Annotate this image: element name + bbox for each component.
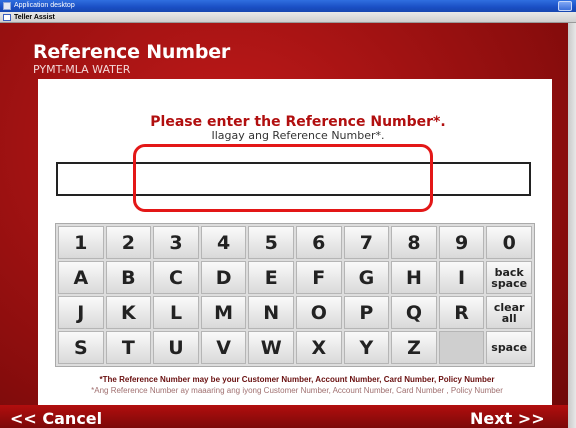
key-g[interactable]: G	[343, 261, 390, 294]
key-z[interactable]: Z	[391, 331, 437, 364]
clear-all-key[interactable]: clear all	[486, 296, 532, 329]
prompt-heading-text: Please enter the Reference Number	[150, 114, 434, 130]
key-w[interactable]: W	[248, 331, 294, 364]
backspace-key[interactable]: back space	[486, 261, 532, 294]
key-1[interactable]: 1	[58, 226, 104, 259]
cancel-button[interactable]: << Cancel	[10, 405, 102, 428]
key-l[interactable]: L	[153, 296, 199, 329]
page-title: Reference Number	[33, 41, 231, 63]
blank-key	[438, 331, 485, 364]
key-7[interactable]: 7	[343, 226, 390, 259]
key-b[interactable]: B	[105, 261, 152, 294]
key-u[interactable]: U	[153, 331, 199, 364]
subwindow-title: Teller Assist	[14, 14, 55, 21]
application-icon	[3, 2, 11, 10]
key-4[interactable]: 4	[200, 226, 247, 259]
space-key[interactable]: space	[486, 331, 532, 364]
key-h[interactable]: H	[391, 261, 437, 294]
prompt-heading: Please enter the Reference Number*.	[0, 114, 576, 130]
key-x[interactable]: X	[295, 331, 342, 364]
key-9[interactable]: 9	[438, 226, 485, 259]
key-p[interactable]: P	[343, 296, 390, 329]
key-2[interactable]: 2	[105, 226, 152, 259]
key-m[interactable]: M	[200, 296, 247, 329]
window-restore-button[interactable]	[558, 1, 572, 11]
window-titlebar: Application desktop	[0, 0, 576, 12]
on-screen-keypad: 1 2 3 4 5 6 7 8 9 0 A B C D E F G H I ba…	[55, 223, 535, 367]
key-v[interactable]: V	[200, 331, 247, 364]
prompt-subheading: Ilagay ang Reference Number*.	[211, 129, 385, 142]
key-0[interactable]: 0	[486, 226, 532, 259]
key-q[interactable]: Q	[391, 296, 437, 329]
next-button[interactable]: Next >>	[470, 405, 545, 428]
key-8[interactable]: 8	[391, 226, 437, 259]
window-icon	[3, 14, 11, 21]
key-5[interactable]: 5	[248, 226, 294, 259]
payment-type-label: PYMT-MLA WATER	[33, 63, 131, 76]
key-s[interactable]: S	[58, 331, 104, 364]
key-k[interactable]: K	[105, 296, 152, 329]
teller-assist-bar: Teller Assist	[0, 12, 576, 23]
reference-note-english: *The Reference Number may be your Custom…	[99, 375, 495, 384]
key-y[interactable]: Y	[343, 331, 390, 364]
reference-note-filipino: *Ang Reference Number ay maaaring ang iy…	[91, 386, 503, 395]
key-r[interactable]: R	[438, 296, 485, 329]
key-d[interactable]: D	[200, 261, 247, 294]
key-c[interactable]: C	[153, 261, 199, 294]
key-j[interactable]: J	[58, 296, 104, 329]
key-i[interactable]: I	[438, 261, 485, 294]
window-title: Application desktop	[14, 2, 75, 9]
key-t[interactable]: T	[105, 331, 152, 364]
reference-number-input[interactable]	[56, 162, 531, 196]
right-frame-strip	[568, 23, 576, 428]
key-e[interactable]: E	[248, 261, 294, 294]
key-n[interactable]: N	[248, 296, 294, 329]
prompt-heading-suffix: *.	[433, 114, 446, 130]
key-6[interactable]: 6	[295, 226, 342, 259]
key-a[interactable]: A	[58, 261, 104, 294]
key-o[interactable]: O	[295, 296, 342, 329]
key-3[interactable]: 3	[153, 226, 199, 259]
key-f[interactable]: F	[295, 261, 342, 294]
